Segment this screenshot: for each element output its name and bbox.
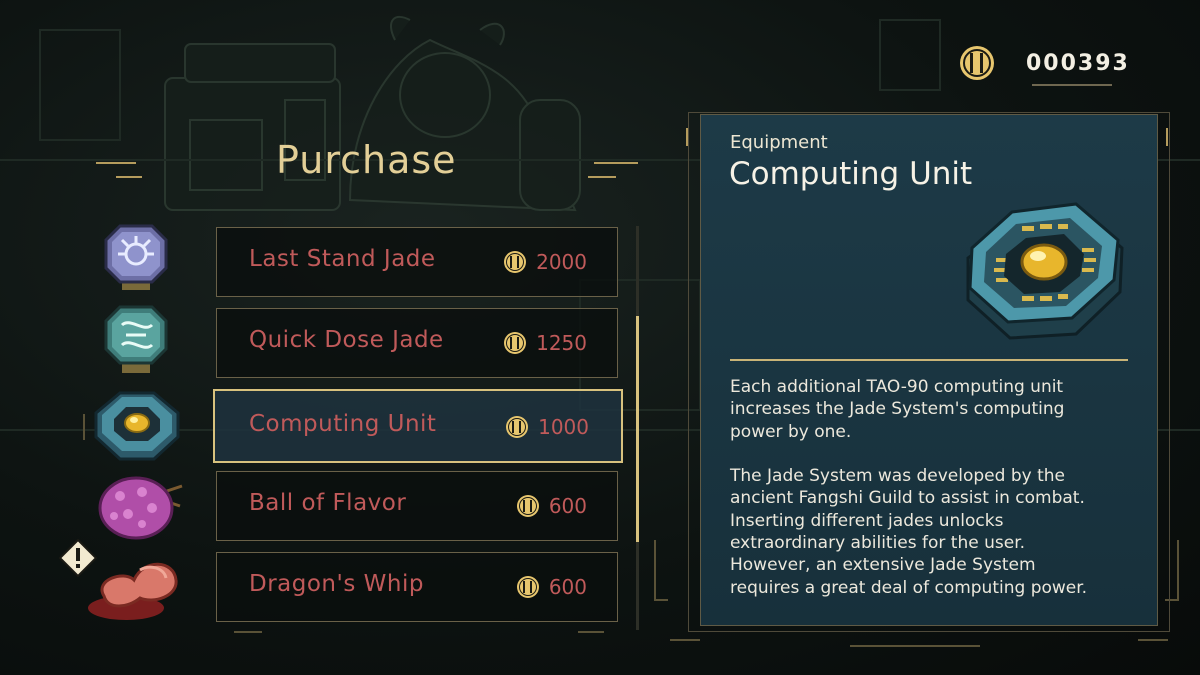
- shop-item-quick-dose-jade[interactable]: Quick Dose Jade 1250: [216, 308, 618, 378]
- item-description: Each additional TAO-90 computing unit in…: [730, 377, 1088, 598]
- item-price: 1000: [506, 415, 589, 439]
- item-category: Equipment: [730, 132, 828, 153]
- detail-divider: [730, 359, 1128, 361]
- currency-amount: 000393: [1026, 50, 1130, 76]
- price-value: 1000: [538, 415, 589, 439]
- jin-coin-icon: [504, 251, 527, 273]
- last-stand-jade-icon: [104, 224, 168, 290]
- currency-underline: [1032, 84, 1112, 86]
- item-price: 600: [516, 575, 587, 599]
- purchase-title: Purchase: [276, 138, 457, 182]
- item-name: Last Stand Jade: [249, 246, 436, 272]
- jin-coin-icon: [504, 332, 527, 354]
- frame-corner-mark: [1166, 128, 1168, 146]
- item-name: Quick Dose Jade: [249, 327, 444, 353]
- title-ornament-left: [96, 162, 136, 164]
- jin-coin-icon: [516, 495, 539, 517]
- jin-coin-icon: [516, 576, 539, 598]
- shop-item-ball-of-flavor[interactable]: Ball of Flavor 600: [216, 471, 618, 541]
- computing-unit-large-icon: [966, 202, 1124, 340]
- shop-item-dragons-whip[interactable]: Dragon's Whip 600: [216, 552, 618, 622]
- currency-display: 000393: [960, 46, 1130, 80]
- item-name: Ball of Flavor: [249, 490, 407, 516]
- shop-item-last-stand-jade[interactable]: Last Stand Jade 2000: [216, 227, 618, 297]
- warning-icon: [59, 539, 97, 577]
- price-value: 600: [548, 494, 587, 518]
- jin-coin-icon: [506, 416, 529, 438]
- jin-coin-icon: [960, 46, 994, 80]
- title-ornament-right-2: [588, 176, 616, 178]
- frame-corner-mark: [686, 128, 688, 146]
- price-value: 2000: [536, 250, 587, 274]
- item-name: Computing Unit: [249, 411, 437, 437]
- title-ornament-right: [594, 162, 638, 164]
- dragons-whip-icon: [88, 562, 178, 620]
- price-value: 600: [548, 575, 587, 599]
- item-name: Dragon's Whip: [249, 571, 424, 597]
- detail-item-name: Computing Unit: [729, 156, 973, 192]
- quick-dose-jade-icon: [104, 305, 168, 373]
- ball-of-flavor-icon: [98, 476, 183, 540]
- item-price: 1250: [504, 331, 587, 355]
- price-value: 1250: [536, 331, 587, 355]
- title-ornament-left-2: [116, 176, 142, 178]
- scrollbar-thumb[interactable]: [636, 316, 639, 542]
- shop-item-computing-unit[interactable]: Computing Unit 1000: [213, 389, 623, 463]
- item-price: 600: [516, 494, 587, 518]
- item-price: 2000: [504, 250, 587, 274]
- computing-unit-icon: [94, 391, 180, 461]
